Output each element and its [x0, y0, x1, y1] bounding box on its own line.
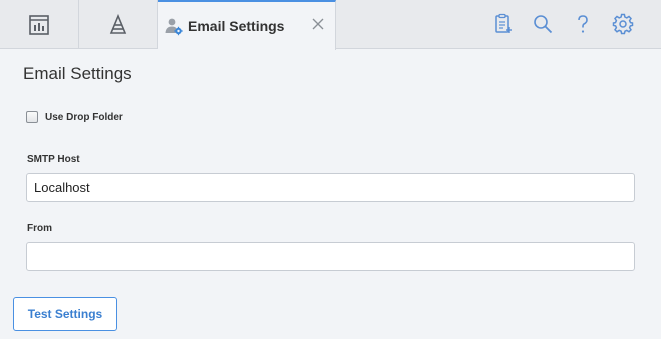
- dashboard-icon: [29, 14, 49, 35]
- use-drop-folder-label[interactable]: Use Drop Folder: [45, 112, 123, 123]
- use-drop-folder-checkbox[interactable]: [26, 111, 38, 123]
- close-icon[interactable]: [311, 17, 325, 31]
- from-label: From: [27, 223, 52, 234]
- tab-label: Email Settings: [188, 18, 285, 34]
- user-settings-icon: [165, 18, 183, 36]
- pyramid-icon: [109, 13, 127, 34]
- gear-icon: [612, 13, 634, 35]
- help-icon: [578, 15, 588, 33]
- help-button[interactable]: [571, 12, 595, 36]
- settings-button[interactable]: [611, 12, 635, 36]
- tab-bar: Email Settings: [0, 0, 661, 50]
- smtp-host-label: SMTP Host: [27, 154, 80, 165]
- test-settings-button[interactable]: Test Settings: [13, 297, 117, 331]
- page-title: Email Settings: [23, 64, 132, 83]
- search-button[interactable]: [531, 12, 555, 36]
- add-document-button[interactable]: [491, 12, 515, 36]
- smtp-host-input[interactable]: [26, 173, 635, 202]
- from-input[interactable]: [26, 242, 635, 271]
- tab-pyramid[interactable]: [79, 0, 158, 49]
- search-icon: [534, 15, 553, 34]
- use-drop-folder-row: Use Drop Folder: [26, 111, 123, 123]
- document-add-icon: [495, 13, 512, 33]
- tab-dashboard[interactable]: [0, 0, 79, 49]
- tab-email-settings[interactable]: Email Settings: [158, 0, 336, 50]
